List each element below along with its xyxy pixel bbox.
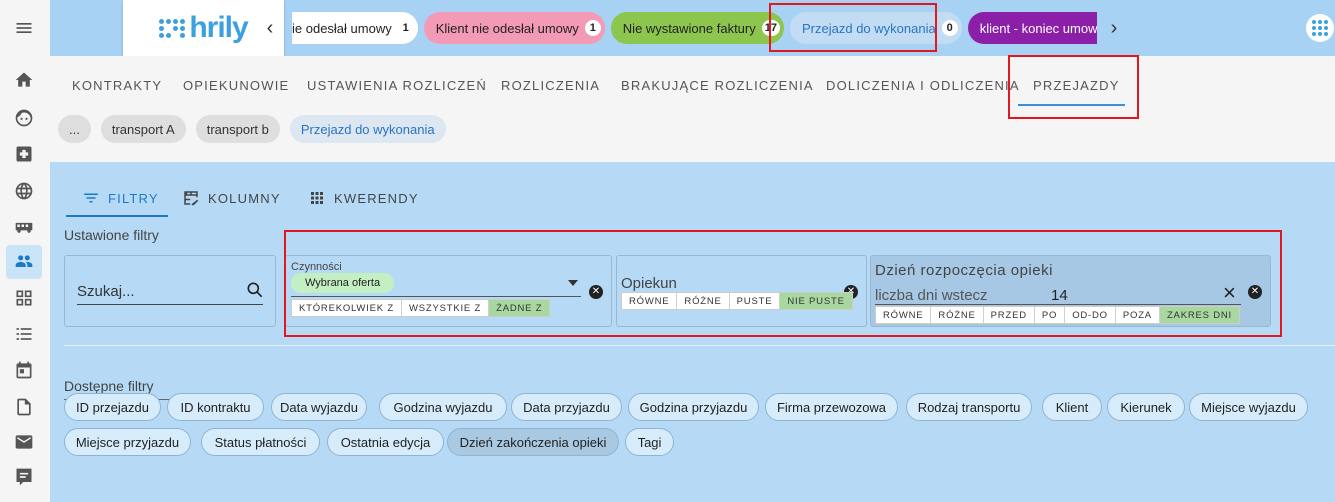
available-filter-chip[interactable]: Miejsce wyjazdu — [1189, 393, 1308, 421]
calendar-icon[interactable] — [10, 356, 38, 384]
panel-tab-filtry-label: FILTRY — [108, 190, 159, 206]
status-chip[interactable]: ie odesłał umowy 1 — [292, 12, 418, 44]
search-icon[interactable] — [245, 280, 265, 300]
mail-icon[interactable] — [10, 428, 38, 456]
logo-text: hrily — [189, 11, 248, 44]
available-filter-chip[interactable]: Ostatnia edycja — [327, 428, 444, 456]
available-filter-chip[interactable]: Godzina wyjazdu — [379, 393, 507, 421]
tab-brakujace-rozliczenia[interactable]: BRAKUJĄCE ROZLICZENIA — [621, 78, 814, 93]
search-input[interactable]: Szukaj... — [77, 283, 135, 300]
available-filter-chip[interactable]: Kierunek — [1107, 393, 1185, 421]
people-icon[interactable] — [6, 245, 42, 279]
available-filter-chip[interactable]: Data przyjazdu — [511, 393, 622, 421]
search-filter-box: Szukaj... — [64, 255, 276, 327]
chat-icon[interactable] — [10, 463, 38, 491]
available-filter-chip[interactable]: Klient — [1042, 393, 1102, 421]
available-filter-chip[interactable]: Miejsce przyjazdu — [64, 428, 191, 456]
logo-dots-icon — [159, 18, 186, 38]
status-chip[interactable]: klient - koniec umowy0 — [967, 12, 1097, 44]
tab-ustawienia-rozliczen[interactable]: USTAWIENIA ROZLICZEŃ — [307, 78, 487, 93]
highlight-frame-tab — [1008, 55, 1139, 119]
available-filter-chip[interactable]: Godzina przyjazdu — [628, 393, 759, 421]
status-chip-count: 1 — [584, 20, 601, 36]
grid-dots-icon — [311, 192, 323, 204]
document-icon[interactable] — [10, 393, 38, 421]
highlight-frame-filters — [284, 230, 1282, 337]
status-chip-label: klient - koniec umowy — [979, 20, 1097, 36]
status-chip-count: 0 — [941, 20, 958, 36]
avatar-logo-icon — [1312, 20, 1328, 36]
available-filter-chip[interactable]: Rodzaj transportu — [906, 393, 1032, 421]
breadcrumb-transport-a[interactable]: transport A — [100, 115, 186, 143]
status-chip-label: Nie wystawione faktury — [622, 20, 756, 36]
status-chip-label: Klient nie odesłał umowy — [435, 20, 579, 36]
user-avatar[interactable] — [1306, 14, 1334, 42]
left-rail — [0, 0, 50, 502]
panel-tab-kolumny[interactable]: KOLUMNY — [182, 189, 281, 207]
status-chip-label: ie odesłał umowy — [292, 20, 392, 36]
available-filters-heading: Dostępne filtry — [64, 378, 154, 394]
bus-icon[interactable] — [10, 213, 38, 241]
tab-opiekunowie[interactable]: OPIEKUNOWIE — [183, 78, 289, 93]
table-edit-icon — [184, 191, 199, 206]
status-chip-count: 1 — [397, 20, 414, 36]
panel-tab-kwerendy[interactable]: KWERENDY — [308, 189, 419, 207]
panel-divider — [64, 345, 1335, 346]
status-chip[interactable]: Nie wystawione faktury 17 — [610, 12, 784, 44]
top-bar: hrily ‹ ie odesłał umowy 1 Klient nie odes… — [50, 0, 1335, 56]
breadcrumb-more[interactable]: ... — [58, 115, 91, 143]
globe-icon[interactable] — [10, 177, 38, 205]
tab-kontrakty[interactable]: KONTRAKTY — [72, 78, 162, 93]
search-underline — [77, 304, 263, 305]
section-tabs: KONTRAKTY OPIEKUNOWIE USTAWIENIA ROZLICZ… — [50, 56, 1335, 162]
available-filter-chip[interactable]: Status płatności — [201, 428, 320, 456]
home-icon[interactable] — [10, 66, 38, 94]
face-icon[interactable] — [10, 104, 38, 132]
tab-rozliczenia[interactable]: ROZLICZENIA — [501, 78, 600, 93]
available-filter-chip[interactable]: Tagi — [625, 428, 674, 456]
available-filter-chip[interactable]: ID kontraktu — [167, 393, 264, 421]
list-icon[interactable] — [10, 320, 38, 348]
set-filters-heading: Ustawione filtry — [64, 227, 159, 243]
tab-doliczenia-i-odliczenia[interactable]: DOLICZENIA I ODLICZENIA — [826, 78, 1020, 93]
available-filter-chip[interactable]: ID przejazdu — [64, 393, 161, 421]
panel-tab-kolumny-label: KOLUMNY — [208, 190, 281, 206]
panel-tab-indicator — [66, 215, 168, 217]
breadcrumb: ... transport A transport b Przejazd do … — [58, 115, 446, 143]
filter-lines-icon — [84, 193, 98, 203]
menu-icon[interactable] — [10, 14, 38, 42]
highlight-frame-status-chip — [769, 3, 937, 52]
panel-tab-filtry[interactable]: FILTRY — [82, 189, 159, 207]
status-chip[interactable]: Klient nie odesłał umowy 1 — [423, 12, 605, 44]
breadcrumb-current[interactable]: Przejazd do wykonania — [289, 115, 446, 143]
available-filter-chip[interactable]: Dzień zakończenia opieki — [447, 428, 619, 456]
chevron-right-icon[interactable]: › — [1104, 16, 1124, 40]
status-chip-strip: ie odesłał umowy 1 Klient nie odesłał umow… — [292, 12, 1097, 44]
available-filter-chip[interactable]: Data wyjazdu — [271, 393, 367, 421]
available-filter-chip[interactable]: Firma przewozowa — [765, 393, 898, 421]
chevron-left-icon[interactable]: ‹ — [260, 16, 280, 40]
medical-cross-icon[interactable] — [10, 140, 38, 168]
dashboard-grid-icon[interactable] — [10, 284, 38, 312]
breadcrumb-transport-b[interactable]: transport b — [195, 115, 280, 143]
panel-tab-kwerendy-label: KWERENDY — [334, 190, 419, 206]
